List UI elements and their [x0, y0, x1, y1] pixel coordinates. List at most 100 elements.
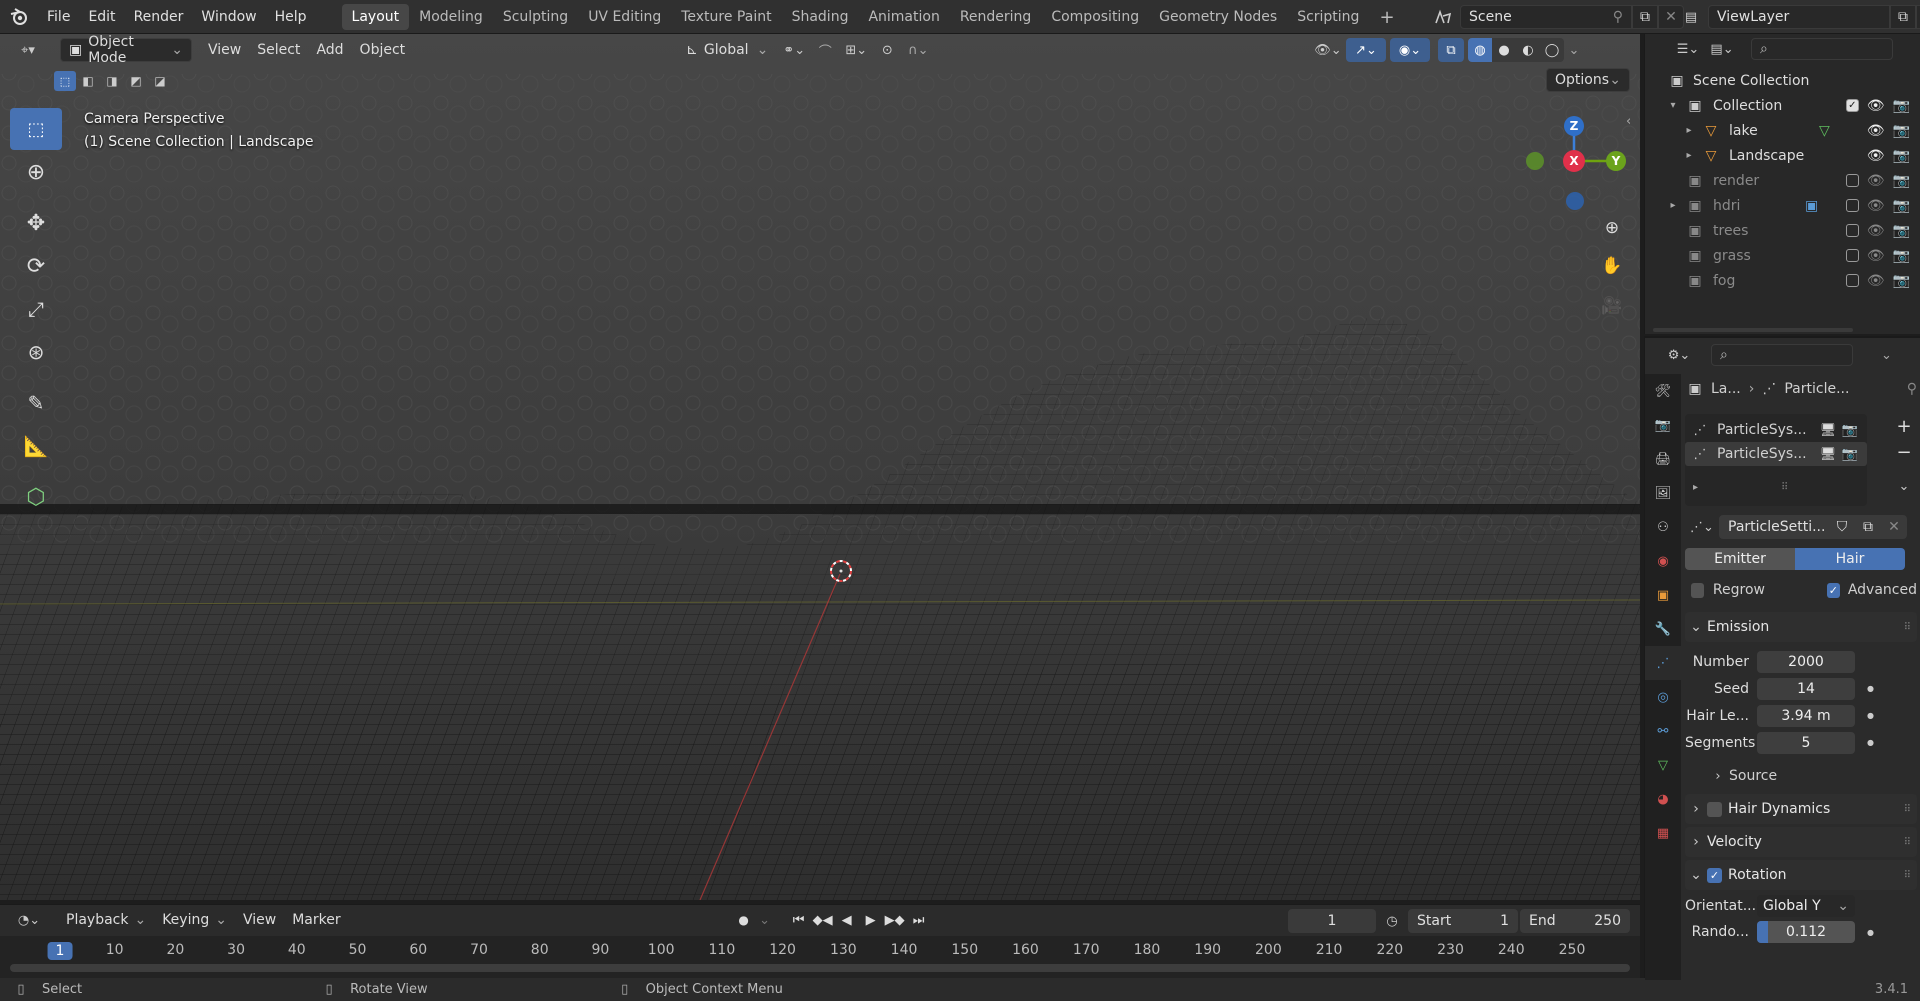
particle-settings-field[interactable]: ParticleSetti... — [1719, 515, 1829, 539]
expand-list-icon[interactable]: ▸ — [1693, 482, 1698, 493]
tab-texture-paint[interactable]: Texture Paint — [671, 4, 781, 30]
play-icon[interactable]: ▶ — [859, 913, 883, 928]
clock-icon[interactable]: ◷ — [1376, 914, 1408, 929]
eye-icon[interactable]: 👁 — [1867, 173, 1885, 189]
hair-dynamics-panel-header[interactable]: › Hair Dynamics ⠿ — [1685, 794, 1917, 824]
add-cube-tool[interactable]: ⬡ — [10, 476, 62, 518]
drag-handle-icon[interactable]: ⠿ — [1904, 804, 1911, 815]
menu-file[interactable]: File — [38, 0, 79, 34]
tab-physics[interactable]: ◎ — [1645, 680, 1681, 714]
orientation-dropdown[interactable]: ⊾ Global ⌄ — [678, 38, 776, 62]
new-view-layer-button[interactable]: ⧉ — [1890, 5, 1916, 29]
playhead-frame-label[interactable]: 1 — [47, 942, 73, 960]
snap-icon[interactable]: ⌒ — [812, 41, 838, 60]
pan-hand-icon[interactable]: ✋ — [1598, 252, 1626, 280]
outliner-scene-collection[interactable]: ▣ Scene Collection — [1667, 68, 1920, 93]
select-invert-icon[interactable]: ◩ — [124, 71, 148, 91]
camera-icon[interactable]: 📷 — [1839, 423, 1861, 438]
camera-icon[interactable]: 📷 — [1893, 148, 1910, 164]
pin-icon[interactable]: ⚲ — [1613, 9, 1623, 25]
outliner-item-hdri[interactable]: ▸ ▣ hdri 👁 📷 ▣ — [1667, 193, 1920, 218]
camera-view-icon[interactable]: 🎥 — [1598, 292, 1626, 320]
hair-length-field[interactable]: 3.94 m — [1757, 704, 1855, 727]
eye-icon[interactable]: 👁 — [1867, 248, 1885, 264]
emission-panel-header[interactable]: ⌄ Emission ⠿ — [1685, 612, 1917, 642]
menu-select[interactable]: Select — [249, 38, 308, 62]
duplicate-icon[interactable]: ⧉ — [1855, 515, 1881, 539]
menu-marker[interactable]: Marker — [284, 908, 348, 932]
gizmo-toggle-icon[interactable]: ↗⌄ — [1346, 38, 1386, 62]
tab-geometry-nodes[interactable]: Geometry Nodes — [1149, 4, 1287, 30]
outliner-search-input[interactable]: ⌕ — [1751, 38, 1893, 60]
tab-tool[interactable]: 🛠 — [1645, 374, 1681, 408]
exclude-checkbox[interactable] — [1845, 224, 1859, 237]
tab-scripting[interactable]: Scripting — [1287, 4, 1369, 30]
menu-render[interactable]: Render — [125, 0, 193, 34]
world-data-icon[interactable]: ▣ — [1805, 198, 1818, 214]
prev-keyframe-icon[interactable]: ◆◀ — [811, 913, 835, 928]
tab-modeling[interactable]: Modeling — [409, 4, 493, 30]
eye-icon[interactable]: 👁 — [1867, 148, 1885, 164]
chevron-down-icon[interactable]: ⌄ — [757, 913, 773, 928]
eye-icon[interactable]: 👁 — [1867, 223, 1885, 239]
proportional-edit-icon[interactable]: ⊙ — [874, 43, 900, 58]
keyframe-dot-icon[interactable]: ● — [1867, 684, 1874, 693]
tab-layout[interactable]: Layout — [341, 4, 410, 30]
chevron-down-icon[interactable]: ⌄ — [1893, 474, 1915, 498]
object-mode-dropdown[interactable]: ▣ Object Mode ⌄ — [60, 34, 192, 66]
shading-options-icon[interactable]: ⌄ — [1564, 43, 1584, 58]
eye-icon[interactable]: 👁 — [1867, 123, 1885, 139]
outliner-item-fog[interactable]: ▣ fog 👁 📷 — [1667, 268, 1920, 293]
keyframe-dot-icon[interactable]: ● — [1867, 928, 1874, 937]
select-new-icon[interactable]: ⬚ — [54, 71, 76, 91]
tab-animation[interactable]: Animation — [858, 4, 949, 30]
number-field[interactable]: 2000 — [1757, 650, 1855, 673]
resize-handle-icon[interactable]: ⠿ — [1781, 482, 1788, 493]
visibility-icon[interactable]: 👁⌄ — [1310, 43, 1346, 58]
randomize-slider[interactable]: 0.112 — [1757, 921, 1855, 943]
tab-object[interactable]: ▣ — [1645, 578, 1681, 612]
annotate-tool[interactable]: ✎ — [10, 382, 62, 424]
outliner-item-landscape[interactable]: ▸ ▽ Landscape 👁 📷 — [1667, 143, 1920, 168]
rotation-checkbox[interactable]: ✓ — [1707, 867, 1722, 883]
timeline-scrollbar[interactable] — [10, 964, 1630, 972]
tab-rendering[interactable]: Rendering — [950, 4, 1042, 30]
camera-icon[interactable]: 📷 — [1893, 248, 1910, 264]
menu-window[interactable]: Window — [192, 0, 265, 34]
end-frame-field[interactable]: End 250 — [1520, 909, 1630, 933]
chevron-down-icon[interactable]: ⌄ — [1881, 348, 1892, 363]
drag-handle-icon[interactable]: ⠿ — [1904, 870, 1911, 881]
view-layer-field[interactable]: ViewLayer — [1708, 5, 1890, 29]
tab-sculpting[interactable]: Sculpting — [493, 4, 578, 30]
outliner-item-grass[interactable]: ▣ grass 👁 📷 — [1667, 243, 1920, 268]
chevron-right-icon[interactable]: ▸ — [1667, 200, 1679, 211]
orientation-dropdown[interactable]: Global Y ⌄ — [1757, 895, 1855, 917]
tab-world[interactable]: ◉ — [1645, 544, 1681, 578]
rotate-tool[interactable]: ⟳ — [10, 245, 62, 287]
hair-dynamics-checkbox[interactable] — [1707, 801, 1722, 817]
camera-icon[interactable]: 📷 — [1839, 447, 1861, 462]
blender-logo-icon[interactable] — [0, 0, 38, 34]
fake-user-icon[interactable]: ⛉ — [1829, 515, 1855, 539]
menu-add[interactable]: Add — [308, 38, 351, 62]
outliner-item-trees[interactable]: ▣ trees 👁 📷 — [1667, 218, 1920, 243]
tab-modifiers[interactable]: 🔧 — [1645, 612, 1681, 646]
tab-material[interactable]: ◕ — [1645, 782, 1681, 816]
play-reverse-icon[interactable]: ◀ — [835, 913, 859, 928]
tab-constraints[interactable]: ⚯ — [1645, 714, 1681, 748]
menu-help[interactable]: Help — [266, 0, 316, 34]
xray-toggle-icon[interactable]: ⧉ — [1438, 38, 1464, 62]
properties-editor-icon[interactable]: ⚙⌄ — [1661, 348, 1697, 363]
drag-handle-icon[interactable]: ⠿ — [1904, 622, 1911, 633]
chevron-down-icon[interactable]: ▾ — [1667, 100, 1679, 111]
select-extend-icon[interactable]: ◧ — [76, 71, 100, 91]
menu-view[interactable]: View — [200, 38, 249, 62]
menu-playback[interactable]: Playback ⌄ — [58, 908, 154, 932]
editor-type-icon[interactable]: ⌖▾ — [10, 38, 46, 62]
tab-scene[interactable]: ⚇ — [1645, 510, 1681, 544]
jump-end-icon[interactable]: ⏭ — [907, 913, 931, 928]
select-subtract-icon[interactable]: ◨ — [100, 71, 124, 91]
measure-tool[interactable]: 📐 — [10, 425, 62, 467]
type-emitter-button[interactable]: Emitter — [1685, 548, 1795, 570]
display-mode-icon[interactable]: ▤⌄ — [1705, 42, 1739, 57]
